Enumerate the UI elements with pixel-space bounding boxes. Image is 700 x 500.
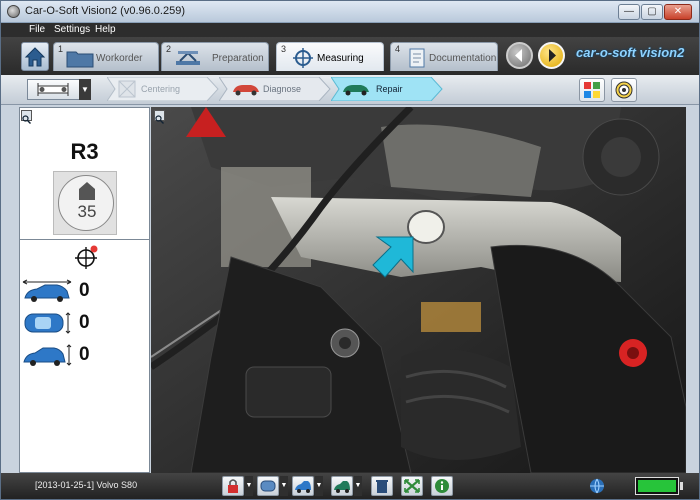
lock-dropdown[interactable]: ▼	[245, 476, 253, 496]
battery-fill	[638, 480, 676, 492]
back-button[interactable]	[506, 42, 533, 69]
car-blue-dropdown[interactable]: ▼	[315, 476, 323, 496]
battery-tip	[680, 482, 683, 490]
chassis-icon	[37, 83, 69, 96]
home-button[interactable]	[21, 42, 49, 71]
marker-icon	[79, 182, 95, 200]
globe-icon[interactable]	[589, 478, 605, 494]
car-green-button[interactable]	[331, 476, 353, 496]
workorder-info: [2013-01-25-1] Volvo S80	[35, 480, 138, 490]
arrow-left-icon	[515, 49, 522, 62]
trash-icon	[376, 480, 388, 493]
tab-preparation[interactable]: 2 Preparation	[161, 42, 269, 71]
target-button[interactable]	[611, 78, 637, 102]
step-centering-label: Centering	[141, 84, 181, 94]
info-button[interactable]	[431, 476, 453, 496]
car-repair-icon	[334, 481, 350, 493]
lock-icon	[228, 479, 238, 493]
folder-icon	[66, 51, 94, 68]
car-blue-button[interactable]	[292, 476, 314, 496]
battery-indicator	[635, 477, 679, 495]
menu-help[interactable]: Help	[95, 24, 116, 35]
title-bar: Car-O-Soft Vision2 (v0.96.0.259) — ▢ ✕	[1, 1, 699, 23]
brand-logo: car-o-soft vision2	[576, 45, 685, 60]
tab-measuring[interactable]: 3 Measuring	[276, 42, 384, 71]
underbody-photo	[151, 107, 686, 473]
height-dial: 35	[53, 171, 117, 235]
maximize-button[interactable]: ▢	[641, 4, 663, 20]
car-green-dropdown[interactable]: ▼	[354, 476, 362, 496]
car-top-icon	[260, 480, 276, 492]
home-icon	[24, 47, 46, 67]
color-palette-button[interactable]	[579, 78, 605, 102]
menu-settings[interactable]: Settings	[54, 24, 90, 35]
dial-face: 35	[58, 175, 114, 231]
menu-file[interactable]: File	[29, 24, 45, 35]
magnifier-icon	[22, 115, 31, 124]
step-diagnose-label: Diagnose	[263, 84, 302, 94]
car-length-icon	[22, 279, 72, 302]
measurement-photo[interactable]	[151, 107, 686, 473]
crosshair-icon	[293, 48, 313, 68]
view-button[interactable]	[257, 476, 279, 496]
magnifier-icon	[155, 115, 164, 124]
height-deviation: 0	[79, 344, 90, 365]
tab-documentation[interactable]: 4 Documentation	[390, 42, 498, 71]
car-width-icon	[24, 312, 71, 334]
crosshair-target-icon	[75, 245, 98, 269]
zoom-panel-button[interactable]	[21, 110, 32, 124]
dial-value: 35	[77, 202, 97, 221]
menu-bar: File Settings Help	[1, 23, 699, 37]
view-dropdown[interactable]: ▼	[280, 476, 288, 496]
deviation-box: 0 0 0	[19, 239, 150, 373]
document-icon	[409, 48, 425, 68]
expand-button[interactable]	[401, 476, 423, 496]
point-id: R3	[70, 139, 99, 164]
minimize-button[interactable]: —	[618, 4, 640, 20]
chevron-down-icon[interactable]: ▼	[79, 79, 91, 100]
width-deviation: 0	[79, 312, 90, 333]
expand-icon	[404, 479, 420, 493]
zoom-photo-button[interactable]	[154, 110, 165, 124]
target-icon	[615, 81, 633, 99]
length-deviation: 0	[79, 280, 90, 301]
info-icon	[435, 479, 449, 493]
app-icon	[7, 5, 20, 18]
close-button[interactable]: ✕	[664, 4, 692, 20]
app-window: Car-O-Soft Vision2 (v0.96.0.259) — ▢ ✕ F…	[0, 0, 700, 500]
next-button[interactable]	[538, 42, 565, 69]
step-repair-label: Repair	[376, 84, 403, 94]
delete-button[interactable]	[371, 476, 393, 496]
car-side-icon	[295, 481, 311, 493]
tab-workorder[interactable]: 1 Workorder	[53, 42, 159, 71]
lock-button[interactable]	[222, 476, 244, 496]
arrow-right-icon	[549, 49, 556, 62]
window-title: Car-O-Soft Vision2 (v0.96.0.259)	[25, 5, 185, 17]
palette-icon	[584, 82, 600, 98]
car-height-icon	[23, 344, 72, 366]
lift-icon	[176, 51, 200, 65]
